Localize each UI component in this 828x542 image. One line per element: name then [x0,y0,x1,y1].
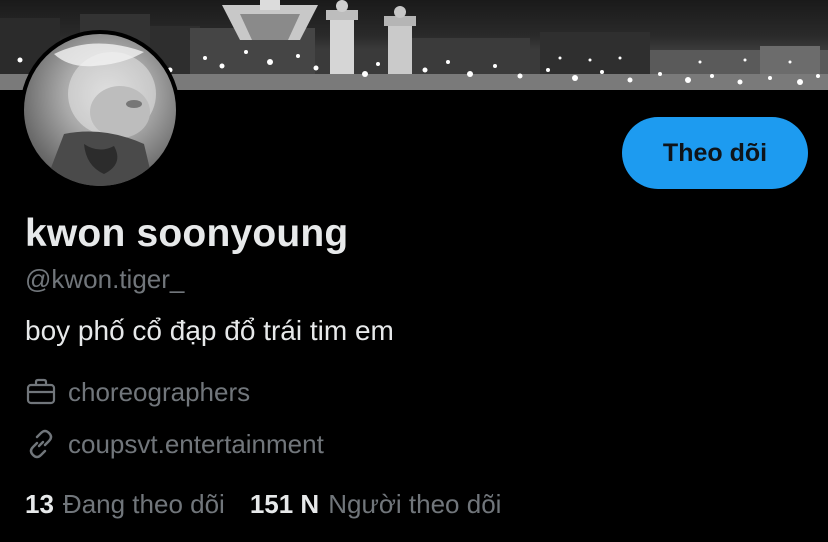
followers-label: Người theo dõi [328,488,502,519]
profile-category: choreographers [25,376,250,408]
username-handle: @kwon.tiger_ [25,264,185,294]
profile-stats: 13 Đang theo dõi 151 N Người theo dõi [25,487,501,521]
following-label: Đang theo dõi [62,488,225,519]
avatar[interactable] [20,30,180,190]
followers-stat[interactable]: 151 N Người theo dõi [250,489,502,520]
link-icon [25,428,57,460]
profile-page: Theo dõi kwon soonyoung @kwon.tiger_ boy… [0,0,828,542]
website-link[interactable]: coupsvt.entertainment [68,429,324,460]
profile-bio: boy phố cổ đạp đổ trái tim em [25,315,394,346]
followers-count: 151 N [249,488,320,519]
following-count: 13 [25,488,54,519]
display-name: kwon soonyoung [25,212,349,255]
category-label: choreographers [68,376,251,407]
follow-button[interactable]: Theo dõi [622,117,808,189]
profile-website[interactable]: coupsvt.entertainment [25,428,324,460]
briefcase-icon [25,376,57,408]
following-stat[interactable]: 13 Đang theo dõi [25,489,225,520]
